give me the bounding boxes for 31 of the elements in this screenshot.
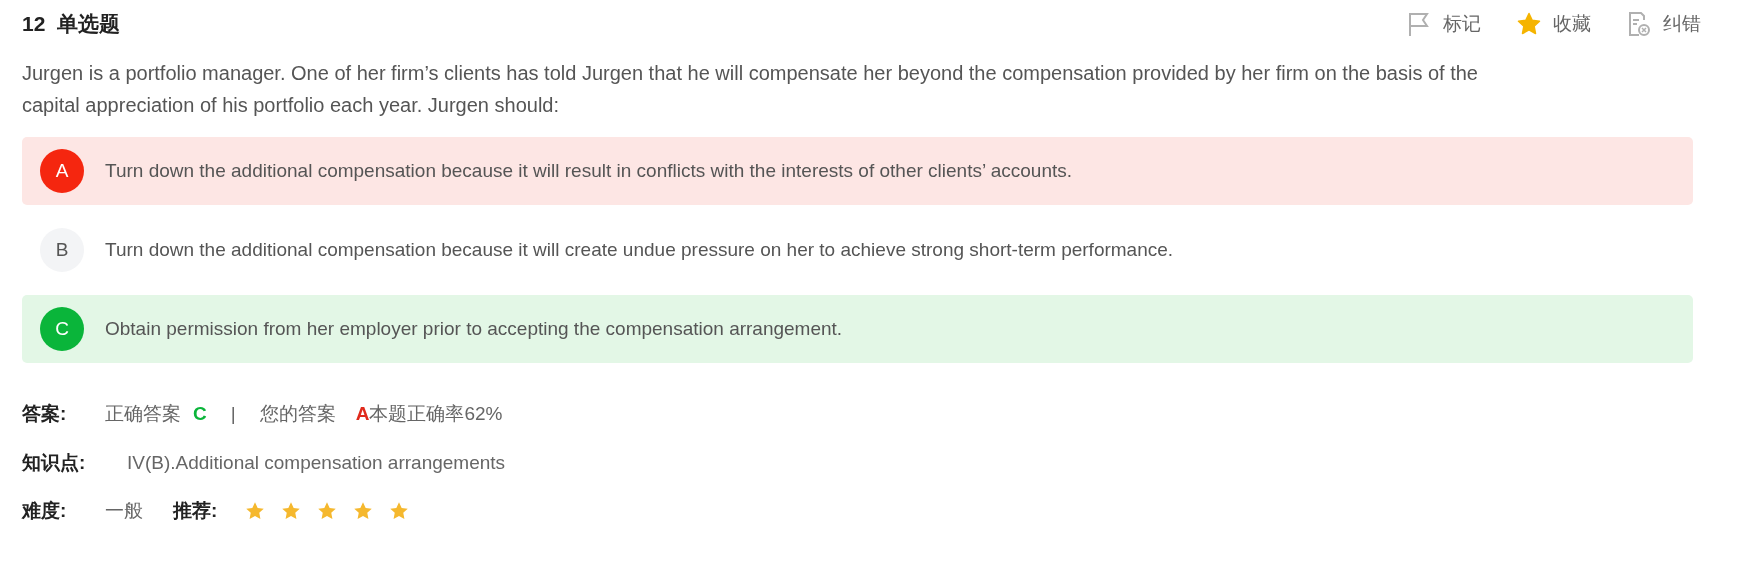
star-icon <box>353 501 374 521</box>
star-icon <box>317 501 338 521</box>
accuracy-rate: 本题正确率62% <box>369 401 503 426</box>
star-icon <box>389 501 410 521</box>
option-letter: C <box>40 307 84 351</box>
star-action-button[interactable]: 收藏 <box>1517 9 1591 39</box>
answer-option[interactable]: C Obtain permission from her employer prior to accepting the compensation arrangement. <box>22 295 1693 363</box>
option-letter: B <box>40 228 84 272</box>
answer-label: 答案: <box>22 401 68 426</box>
question-type: 单选题 <box>57 11 121 38</box>
report-action-button[interactable]: 纠错 <box>1627 9 1701 39</box>
option-text: Turn down the additional compensation because it will result in conflicts with the interests of other clients’ accounts. <box>105 158 1073 183</box>
your-answer: A <box>355 401 370 426</box>
star-icon <box>281 501 302 521</box>
star-icon <box>245 501 266 521</box>
answer-option[interactable]: A Turn down the additional compensation because it will result in conflicts with the interests of other clients’ accounts. <box>22 137 1693 205</box>
your-answer-label: 您的答案 <box>259 401 336 426</box>
flag-action-button[interactable]: 标记 <box>1407 9 1481 39</box>
knowledge-label: 知识点: <box>22 450 87 475</box>
difficulty-label: 难度: <box>22 498 68 523</box>
correct-answer: C <box>193 401 207 426</box>
separator: | <box>230 401 236 426</box>
difficulty-value: 一般 <box>105 498 143 523</box>
option-letter: A <box>40 149 84 193</box>
correct-answer-label: 正确答案 <box>105 401 181 426</box>
knowledge-point: IV(B).Additional compensation arrangements <box>127 450 506 475</box>
option-text: Turn down the additional compensation because it will create undue pressure on her to achieve strong short-term performance. <box>105 237 1174 262</box>
recommend-label: 推荐: <box>173 498 218 523</box>
question-number: 12 <box>22 11 46 38</box>
question-text: Jurgen is a portfolio manager. One of her firm’s clients has told Jurgen that he will compensate her beyond the compensation provided by her firm on the basis of the capital appreciation of his portfolio each year. Jurgen should: <box>22 61 1479 118</box>
option-text: Obtain permission from her employer prior to accepting the compensation arrangement. <box>105 316 843 341</box>
